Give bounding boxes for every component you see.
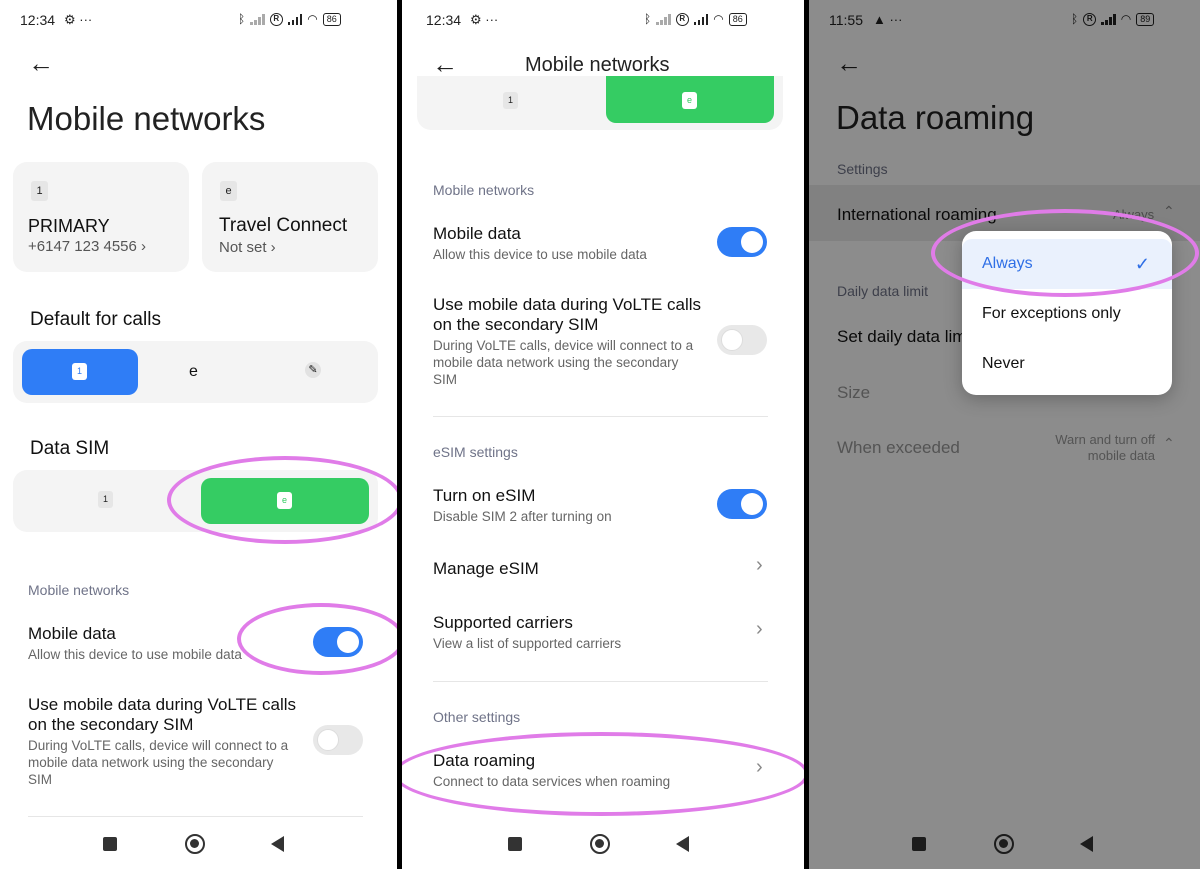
- page-title: Mobile networks: [27, 100, 266, 137]
- wifi-icon: ◠: [307, 12, 318, 26]
- panel-mobile-networks-2: 12:34 ⚙ ··· ᛒ R ◠ 86 ← Mobile networks 1…: [402, 0, 804, 869]
- panel-data-roaming: 11:55 ▲ ··· ᛒ R ◠ 89 ← Data roaming Sett…: [809, 0, 1200, 869]
- tab-esim[interactable]: e: [606, 76, 774, 123]
- roaming-icon: R: [675, 12, 689, 26]
- panel-mobile-networks-1: 12:34 ⚙ ··· ᛒ R ◠ 86 ← Mobile networks 1…: [0, 0, 397, 869]
- highlight-circle: [931, 209, 1199, 297]
- volte-title-2: on the secondary SIM: [28, 715, 194, 734]
- battery-icon: 86: [728, 12, 747, 26]
- sim2-card[interactable]: e Travel Connect Not set ›: [202, 162, 378, 272]
- signal-icon-dim: [656, 13, 671, 25]
- default-calls-heading: Default for calls: [30, 309, 161, 330]
- home-icon[interactable]: [185, 834, 205, 854]
- calls-option-sim1[interactable]: 1: [22, 349, 138, 395]
- tab-sim1[interactable]: 1: [503, 92, 518, 109]
- volte-sub-2: mobile data network using the secondary: [28, 755, 274, 770]
- status-time: 12:34: [20, 12, 56, 28]
- supported-carriers-sub: View a list of supported carriers: [433, 636, 622, 651]
- default-calls-selector: 1 e ✎: [13, 341, 378, 403]
- mobile-data-sub: Allow this device to use mobile data: [433, 247, 647, 262]
- divider: [433, 416, 768, 417]
- turn-on-esim-toggle[interactable]: [717, 489, 767, 519]
- highlight-circle: [237, 603, 397, 675]
- bluetooth-icon: ᛒ: [238, 12, 246, 26]
- manage-esim-item[interactable]: Manage eSIM: [433, 559, 539, 579]
- volte-title-2: on the secondary SIM: [433, 315, 599, 334]
- volte-title-1: Use mobile data during VoLTE calls: [28, 695, 297, 714]
- signal-icon: [287, 13, 303, 25]
- signal-icon: [693, 13, 709, 25]
- battery-icon: 86: [322, 12, 341, 26]
- mobile-data-toggle[interactable]: [717, 227, 767, 257]
- nav-bar: [402, 819, 804, 869]
- data-sim-option-sim1[interactable]: 1: [98, 491, 113, 508]
- nav-bar: [0, 819, 397, 869]
- turn-on-esim-sub: Disable SIM 2 after turning on: [433, 509, 612, 524]
- mobile-data-sub: Allow this device to use mobile data: [28, 647, 242, 662]
- chevron-right-icon: ›: [756, 618, 763, 640]
- sim1-card[interactable]: 1 PRIMARY +6147 123 4556 ›: [13, 162, 189, 272]
- mobile-data-title: Mobile data: [28, 624, 116, 643]
- sim1-name: PRIMARY: [28, 216, 110, 236]
- home-icon[interactable]: [590, 834, 610, 854]
- volte-title-1: Use mobile data during VoLTE calls: [433, 295, 702, 314]
- signal-icon-dim: [250, 13, 265, 25]
- divider: [28, 816, 363, 817]
- section-esim-settings: eSIM settings: [433, 444, 518, 460]
- mobile-data-title: Mobile data: [433, 224, 521, 243]
- calls-option-esim[interactable]: e: [189, 363, 198, 381]
- status-time: 12:34: [426, 12, 462, 28]
- back-icon[interactable]: [271, 836, 284, 852]
- volte-sub-3: SIM: [28, 772, 53, 787]
- gear-icon: ⚙ ···: [64, 12, 93, 27]
- wifi-icon: ◠: [713, 12, 724, 26]
- section-other-settings: Other settings: [433, 709, 521, 725]
- turn-on-esim-title: Turn on eSIM: [433, 486, 536, 505]
- volte-sub-1: During VoLTE calls, device will connect …: [433, 338, 694, 353]
- status-icons: ᛒ R ◠ 86: [238, 12, 341, 26]
- option-never[interactable]: Never: [962, 339, 1172, 389]
- status-icons: ᛒ R ◠ 86: [644, 12, 747, 26]
- ask-every-time-icon[interactable]: ✎: [305, 362, 321, 378]
- back-arrow-icon[interactable]: ←: [28, 50, 54, 76]
- recents-icon[interactable]: [508, 837, 522, 851]
- data-sim-selector: 1 e: [417, 76, 783, 130]
- chevron-right-icon: ›: [756, 554, 763, 576]
- esim-chip-icon: e: [682, 92, 697, 109]
- supported-carriers-title[interactable]: Supported carriers: [433, 613, 573, 633]
- section-mobile-networks: Mobile networks: [433, 182, 535, 198]
- volte-toggle[interactable]: [313, 725, 363, 755]
- esim-chip-icon: e: [220, 181, 237, 201]
- sim1-chip-icon: 1: [72, 363, 87, 380]
- data-sim-heading: Data SIM: [30, 438, 110, 459]
- roaming-icon: R: [269, 12, 283, 26]
- section-mobile-networks: Mobile networks: [28, 582, 130, 598]
- sim1-number: +6147 123 4556 ›: [28, 238, 147, 255]
- divider: [433, 681, 768, 682]
- dim-overlay[interactable]: [809, 0, 1200, 869]
- volte-sub-2: mobile data network using the secondary: [433, 355, 679, 370]
- recents-icon[interactable]: [103, 837, 117, 851]
- page-title: Mobile networks: [525, 54, 670, 76]
- volte-sub-1: During VoLTE calls, device will connect …: [28, 738, 289, 753]
- back-arrow-icon[interactable]: ←: [432, 51, 458, 77]
- volte-sub-3: SIM: [433, 372, 458, 387]
- volte-toggle[interactable]: [717, 325, 767, 355]
- highlight-circle: [402, 732, 804, 816]
- sim1-chip-icon: 1: [31, 181, 48, 201]
- back-icon[interactable]: [676, 836, 689, 852]
- bluetooth-icon: ᛒ: [644, 12, 652, 26]
- sim2-status: Not set ›: [219, 239, 276, 256]
- highlight-circle: [167, 456, 397, 544]
- gear-icon: ⚙ ···: [470, 12, 499, 27]
- sim2-name: Travel Connect: [219, 215, 348, 236]
